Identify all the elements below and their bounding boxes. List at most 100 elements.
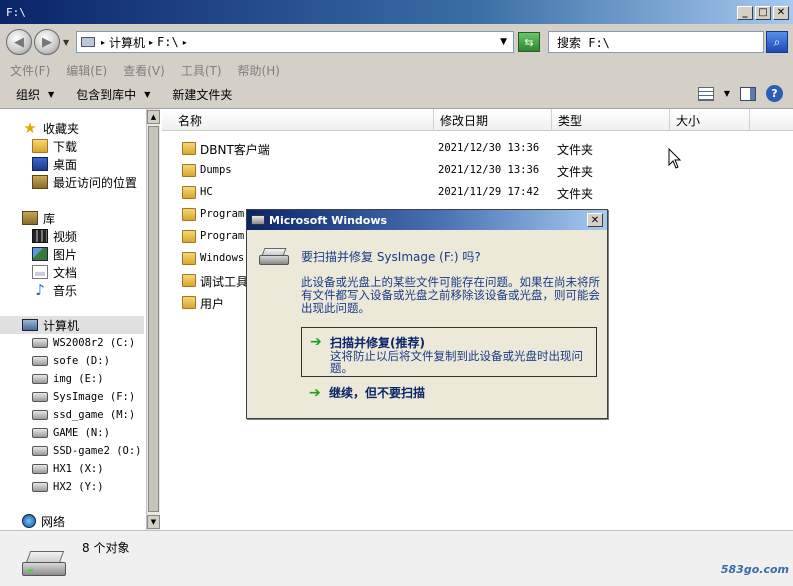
file-date: 2021/12/30 13:36 — [438, 142, 540, 154]
continue-without-scan-option[interactable]: ➔ 继续，但不要扫描 — [301, 382, 597, 404]
history-dropdown-icon[interactable]: ▼ — [63, 38, 69, 47]
breadcrumb-drive[interactable]: F:\ — [157, 35, 179, 49]
nav-label: SysImage (F:) — [53, 391, 136, 403]
dialog-title-bar[interactable]: Microsoft Windows ✕ — [247, 210, 607, 230]
minimize-button[interactable]: _ — [737, 6, 753, 20]
scan-and-repair-option[interactable]: ➔ 扫描并修复(推荐) 这将防止以后将文件复制到此设备或光盘时出现问题。 — [301, 327, 597, 377]
dialog-title: Microsoft Windows — [269, 213, 388, 227]
nav-recent-places[interactable]: 最近访问的位置 — [32, 173, 137, 191]
nav-scrollbar[interactable]: ▲ ▼ — [146, 109, 160, 531]
file-name: HC — [200, 186, 213, 198]
nav-drive-y[interactable]: HX2 (Y:) — [32, 478, 104, 496]
column-size[interactable]: 大小 — [670, 109, 750, 131]
file-name: Windows — [200, 252, 245, 264]
nav-drive-o[interactable]: SSD-game2 (O:) — [32, 442, 142, 460]
breadcrumb-separator-icon[interactable]: ▸ — [101, 38, 105, 47]
nav-videos[interactable]: 视频 — [32, 227, 77, 245]
scroll-thumb[interactable] — [148, 126, 159, 512]
nav-drive-f[interactable]: SysImage (F:) — [32, 388, 135, 406]
nav-label: 网络 — [41, 514, 66, 529]
help-icon[interactable]: ? — [766, 85, 783, 102]
command-bar: 组织 ▼ 包含到库中 ▼ 新建文件夹 ▼ ? — [0, 81, 793, 107]
menu-bar: 文件(F) 编辑(E) 查看(V) 工具(T) 帮助(H) — [0, 60, 793, 80]
nav-drive-e[interactable]: img (E:) — [32, 370, 104, 388]
include-library-label: 包含到库中 — [76, 87, 137, 102]
folder-icon — [182, 142, 196, 155]
status-bar: 8 个对象 583go.com — [0, 530, 793, 586]
chevron-down-icon: ▼ — [48, 89, 55, 99]
nav-drive-m[interactable]: ssd_game (M:) — [32, 406, 135, 424]
nav-pictures[interactable]: 图片 — [32, 245, 77, 263]
menu-edit[interactable]: 编辑(E) — [66, 62, 107, 79]
nav-label: ssd_game (M:) — [53, 409, 136, 421]
navigation-pane: ★ 收藏夹 下载 桌面 最近访问的位置 库 视频 图片 文档 ♪ 音乐 计算机 … — [0, 109, 146, 531]
nav-libraries[interactable]: 库 — [22, 209, 55, 227]
column-name[interactable]: 名称 — [172, 109, 434, 131]
picture-icon — [32, 247, 48, 261]
file-row[interactable]: HC 2021/11/29 17:42 文件夹 — [162, 183, 762, 203]
organize-button[interactable]: 组织 ▼ — [16, 86, 54, 103]
dialog-close-button[interactable]: ✕ — [587, 213, 603, 227]
nav-drive-d[interactable]: sofe (D:) — [32, 352, 110, 370]
video-icon — [32, 229, 48, 243]
search-input[interactable]: 搜索 F:\ — [548, 31, 764, 53]
view-options-icon[interactable] — [697, 86, 714, 101]
forward-button[interactable]: ▶ — [34, 29, 60, 55]
nav-documents[interactable]: 文档 — [32, 263, 77, 281]
nav-label: 库 — [43, 211, 56, 226]
folder-icon — [182, 252, 196, 265]
window-title-bar[interactable]: F:\ _ □ ✕ — [0, 0, 793, 24]
network-icon — [22, 514, 36, 528]
nav-drive-n[interactable]: GAME (N:) — [32, 424, 110, 442]
drive-icon — [32, 374, 48, 384]
search-button[interactable]: ⌕ — [766, 31, 788, 53]
watermark: 583go.com — [720, 563, 789, 576]
nav-drive-c[interactable]: WS2008r2 (C:) — [32, 334, 135, 352]
nav-label: 音乐 — [53, 283, 78, 298]
menu-help[interactable]: 帮助(H) — [238, 62, 280, 79]
file-date: 2021/12/30 13:36 — [438, 164, 540, 176]
menu-tools[interactable]: 工具(T) — [181, 62, 222, 79]
forward-arrow-icon: ▶ — [42, 34, 52, 50]
refresh-button[interactable]: ⇆ — [518, 32, 540, 52]
drive-icon — [32, 464, 48, 474]
drive-icon — [32, 338, 48, 348]
nav-downloads[interactable]: 下载 — [32, 137, 77, 155]
item-count: 8 个对象 — [82, 541, 130, 555]
scan-repair-dialog: Microsoft Windows ✕ 要扫描并修复 SysImage (F:)… — [246, 209, 608, 419]
breadcrumb-computer[interactable]: 计算机 — [109, 34, 145, 51]
drive-icon — [32, 446, 48, 456]
nav-label: 桌面 — [53, 157, 78, 172]
breadcrumb-separator-icon[interactable]: ▸ — [183, 38, 187, 47]
option-title: 继续，但不要扫描 — [329, 386, 426, 400]
column-date[interactable]: 修改日期 — [434, 109, 552, 131]
column-type[interactable]: 类型 — [552, 109, 670, 131]
new-folder-button[interactable]: 新建文件夹 — [172, 86, 232, 103]
menu-view[interactable]: 查看(V) — [123, 62, 165, 79]
scroll-down-icon[interactable]: ▼ — [147, 515, 160, 529]
nav-favorites[interactable]: ★ 收藏夹 — [22, 119, 79, 137]
column-headers: 名称 修改日期 类型 大小 — [162, 109, 793, 131]
address-bar[interactable]: ▸ 计算机 ▸ F:\ ▸ ▼ — [76, 31, 514, 53]
document-icon — [32, 265, 48, 279]
nav-computer[interactable]: 计算机 — [0, 316, 144, 334]
nav-network[interactable]: 网络 — [22, 512, 65, 530]
maximize-button[interactable]: □ — [755, 6, 771, 20]
include-library-button[interactable]: 包含到库中 ▼ — [76, 86, 150, 103]
preview-pane-icon[interactable] — [740, 86, 756, 101]
breadcrumb-separator-icon[interactable]: ▸ — [149, 38, 153, 47]
nav-desktop[interactable]: 桌面 — [32, 155, 77, 173]
nav-music[interactable]: ♪ 音乐 — [32, 281, 77, 299]
view-dropdown-icon[interactable]: ▼ — [724, 89, 730, 98]
back-button[interactable]: ◀ — [6, 29, 32, 55]
new-folder-label: 新建文件夹 — [172, 87, 233, 102]
folder-icon — [182, 296, 196, 309]
chevron-down-icon: ▼ — [144, 89, 151, 99]
scroll-up-icon[interactable]: ▲ — [147, 110, 160, 124]
menu-file[interactable]: 文件(F) — [10, 62, 50, 79]
star-icon: ★ — [23, 119, 37, 137]
address-dropdown-icon[interactable]: ▼ — [500, 37, 507, 47]
drive-icon — [32, 410, 48, 420]
nav-drive-x[interactable]: HX1 (X:) — [32, 460, 104, 478]
close-button[interactable]: ✕ — [773, 6, 789, 20]
